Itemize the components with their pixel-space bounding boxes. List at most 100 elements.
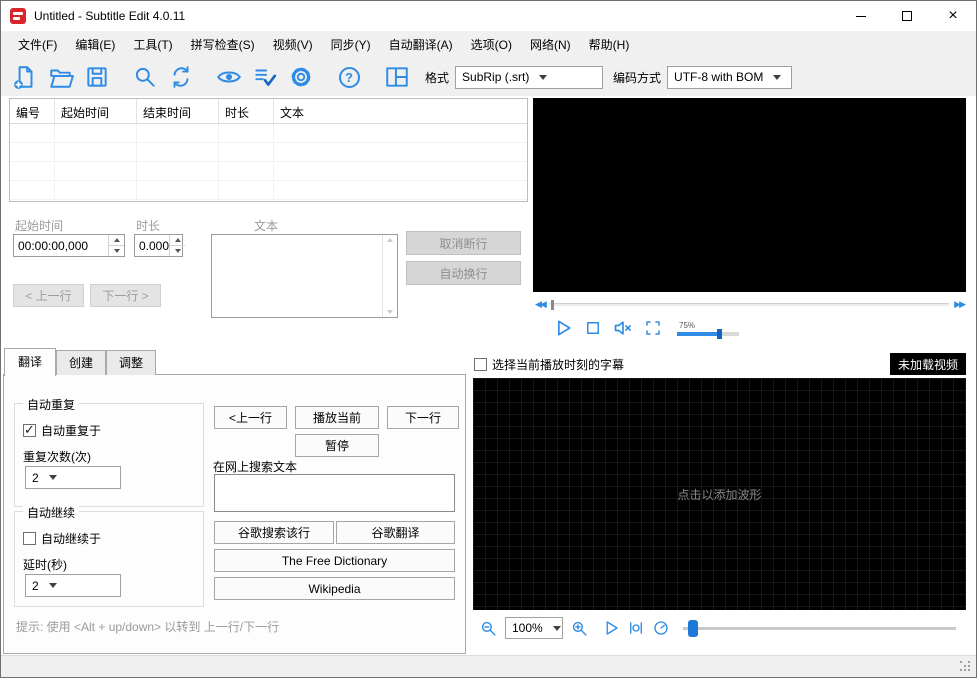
auto-continue-checkbox-label: 自动继续于 (41, 532, 102, 546)
start-time-value: 00:00:00,000 (18, 238, 89, 253)
settings-button[interactable] (285, 61, 317, 93)
column-header-text[interactable]: 文本 (274, 99, 527, 123)
fast-forward-icon[interactable]: ▶▶ (954, 299, 966, 310)
save-button[interactable] (81, 61, 113, 93)
zoom-in-icon (572, 621, 587, 636)
tab-adjust[interactable]: 调整 (106, 350, 157, 375)
spell-check-button[interactable] (249, 61, 281, 93)
encoding-combobox[interactable]: UTF-8 with BOM (667, 65, 793, 89)
repeat-count-label: 重复次数(次) (23, 450, 91, 464)
format-value: SubRip (.srt) (462, 70, 530, 84)
mute-speaker-icon (614, 321, 631, 335)
menu-help[interactable]: 帮助(H) (580, 31, 639, 58)
menu-sync[interactable]: 同步(Y) (322, 31, 380, 58)
help-button[interactable]: ? (333, 61, 365, 93)
spin-down-icon[interactable] (170, 245, 186, 256)
video-display[interactable] (533, 98, 966, 292)
checkbox-unchecked-icon[interactable] (23, 532, 36, 545)
volume-slider[interactable] (677, 328, 739, 339)
close-icon: × (948, 7, 958, 24)
spin-up-icon[interactable] (170, 235, 185, 245)
open-file-button[interactable] (45, 61, 77, 93)
zoom-out-button[interactable] (479, 619, 498, 638)
subtitle-text-area[interactable] (211, 234, 398, 318)
playback-speed-button[interactable] (652, 619, 670, 637)
find-button[interactable] (129, 61, 161, 93)
spin-down-icon[interactable] (109, 245, 124, 256)
column-header-start[interactable]: 起始时间 (55, 99, 137, 123)
table-row (10, 124, 527, 143)
start-time-input[interactable]: 00:00:00,000 (13, 234, 125, 257)
textarea-scrollbar[interactable] (382, 235, 397, 317)
tab-create[interactable]: 创建 (56, 350, 107, 375)
play-current-button[interactable]: 播放当前 (295, 406, 379, 429)
format-combobox[interactable]: SubRip (.srt) (455, 65, 604, 89)
column-header-duration[interactable]: 时长 (219, 99, 274, 123)
column-header-end[interactable]: 结束时间 (137, 99, 219, 123)
google-translate-button[interactable]: 谷歌翻译 (336, 521, 455, 544)
auto-repeat-checkbox-row[interactable]: 自动重复于 (23, 422, 101, 439)
maximize-button[interactable] (884, 1, 930, 31)
mute-button[interactable] (613, 318, 633, 338)
zoom-in-button[interactable] (570, 619, 589, 638)
auto-continue-checkbox-row[interactable]: 自动继续于 (23, 530, 101, 547)
play-button[interactable] (553, 318, 573, 338)
volume-thumb[interactable] (717, 328, 722, 339)
menu-tools[interactable]: 工具(T) (124, 31, 181, 58)
rewind-icon[interactable]: ◀◀ (535, 299, 547, 310)
play-icon (558, 320, 571, 336)
seek-thumb[interactable] (550, 299, 554, 310)
tab-translate[interactable]: 翻译 (4, 348, 57, 376)
waveform-pause-button[interactable] (627, 619, 645, 637)
menu-autotranslate[interactable]: 自动翻译(A) (380, 31, 462, 58)
next-line-button[interactable]: 下一行 > (90, 284, 161, 307)
open-folder-icon (50, 69, 74, 88)
visual-sync-button[interactable] (213, 61, 245, 93)
auto-repeat-group: 自动重复 自动重复于 重复次数(次) 2 (14, 396, 204, 507)
free-dictionary-button[interactable]: The Free Dictionary (214, 549, 455, 572)
delay-combobox[interactable]: 2 (25, 574, 121, 597)
stop-button[interactable] (584, 319, 602, 337)
spin-up-icon[interactable] (109, 235, 124, 245)
autobreak-button[interactable]: 自动换行 (406, 261, 521, 285)
menu-video[interactable]: 视频(V) (264, 31, 322, 58)
waveform-play-button[interactable] (602, 619, 620, 637)
menu-edit[interactable]: 编辑(E) (66, 31, 124, 58)
zoom-combobox[interactable]: 100% (505, 617, 563, 639)
duration-value: 0.000 (139, 238, 170, 253)
new-file-button[interactable] (9, 61, 41, 93)
google-search-button[interactable]: 谷歌搜索该行 (214, 521, 334, 544)
subtitle-list[interactable]: 编号 起始时间 结束时间 时长 文本 (9, 98, 528, 202)
checkbox-checked-icon[interactable] (23, 422, 36, 438)
waveform-placeholder[interactable]: 点击以添加波形 (473, 486, 966, 503)
menu-options[interactable]: 选项(O) (462, 31, 521, 58)
menu-network[interactable]: 网络(N) (521, 31, 580, 58)
fullscreen-icon (646, 321, 660, 335)
replace-button[interactable] (165, 61, 197, 93)
unbreak-button[interactable]: 取消断行 (406, 231, 521, 255)
pause-button[interactable]: 暂停 (295, 434, 379, 457)
chevron-down-icon (48, 583, 57, 588)
menu-spellcheck[interactable]: 拼写检查(S) (182, 31, 264, 58)
duration-input[interactable]: 0.000 (134, 234, 186, 257)
delay-value: 2 (32, 578, 39, 593)
seek-track[interactable] (549, 299, 950, 310)
wikipedia-button[interactable]: Wikipedia (214, 577, 455, 600)
column-header-number[interactable]: 编号 (10, 99, 55, 123)
minimize-icon (856, 15, 866, 17)
resize-grip[interactable] (960, 661, 972, 673)
waveform-position-slider[interactable] (683, 619, 956, 637)
next-line-button[interactable]: 下一行 (387, 406, 459, 429)
layout-button[interactable] (381, 61, 413, 93)
close-button[interactable]: × (930, 1, 976, 31)
minimize-button[interactable] (838, 1, 884, 31)
web-search-input[interactable] (214, 474, 455, 512)
checkbox-unchecked-icon[interactable] (474, 357, 487, 371)
menu-file[interactable]: 文件(F) (9, 31, 66, 58)
prev-line-button[interactable]: <上一行 (214, 406, 287, 429)
fullscreen-button[interactable] (644, 319, 662, 337)
repeat-count-combobox[interactable]: 2 (25, 466, 121, 489)
slider-thumb[interactable] (688, 619, 698, 637)
waveform-canvas[interactable]: 点击以添加波形 (473, 378, 966, 610)
previous-line-button[interactable]: < 上一行 (13, 284, 84, 307)
